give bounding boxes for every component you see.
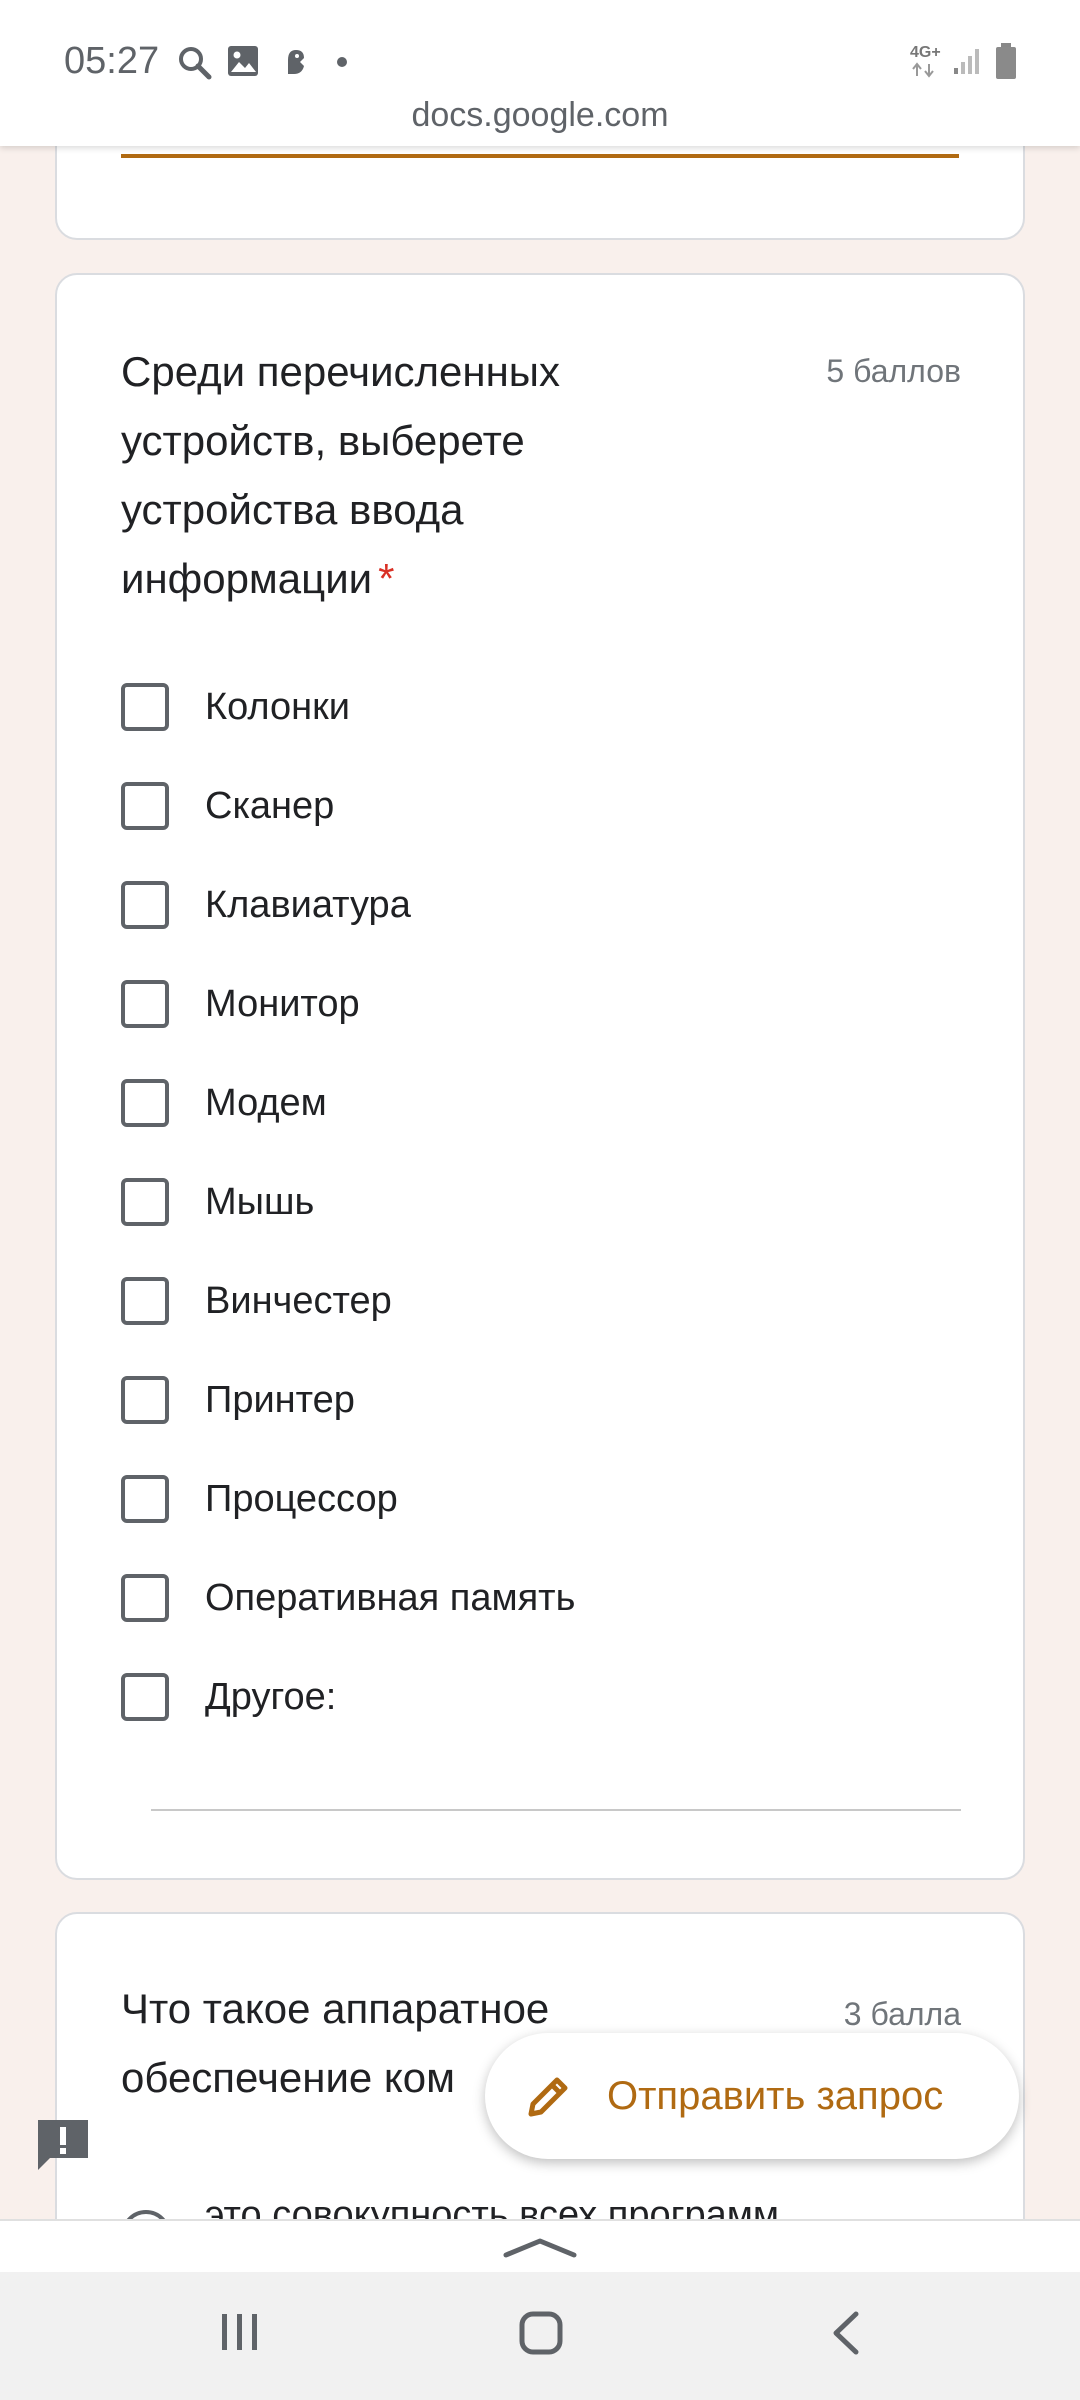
feedback-icon[interactable] bbox=[36, 2118, 90, 2172]
recent-apps-icon[interactable] bbox=[218, 2310, 262, 2359]
checkbox[interactable] bbox=[121, 1079, 169, 1127]
option-label: Оперативная память bbox=[205, 1576, 576, 1619]
signal-icon bbox=[952, 46, 982, 76]
question-title: Среди перечисленных устройств, выберете … bbox=[121, 337, 681, 613]
question-points: 5 баллов bbox=[826, 353, 961, 389]
bottom-toolbar-handle[interactable] bbox=[0, 2219, 1080, 2274]
back-icon[interactable] bbox=[826, 2310, 866, 2361]
checkbox[interactable] bbox=[121, 683, 169, 731]
option-klaviatura[interactable]: Клавиатура bbox=[121, 875, 411, 935]
other-text-input[interactable] bbox=[151, 1809, 961, 1811]
option-protsessor[interactable]: Процессор bbox=[121, 1469, 398, 1529]
search-icon bbox=[176, 44, 212, 80]
option-monitor[interactable]: Монитор bbox=[121, 974, 360, 1034]
required-asterisk: * bbox=[378, 555, 395, 602]
question-card-input-devices: Среди перечисленных устройств, выберете … bbox=[55, 273, 1025, 1880]
checkbox[interactable] bbox=[121, 1376, 169, 1424]
option-mysh[interactable]: Мышь bbox=[121, 1172, 314, 1232]
url-bar[interactable]: docs.google.com bbox=[0, 96, 1080, 135]
data-arrows-icon bbox=[912, 62, 936, 78]
checkbox[interactable] bbox=[121, 1178, 169, 1226]
status-and-url-bar: 05:27 4G+ docs.google.com bbox=[0, 0, 1080, 146]
option-label: Сканер bbox=[205, 784, 335, 827]
image-icon bbox=[226, 44, 260, 78]
option-label: Процессор bbox=[205, 1477, 398, 1520]
checkbox[interactable] bbox=[121, 881, 169, 929]
option-operativnaya-pamyat[interactable]: Оперативная память bbox=[121, 1568, 575, 1628]
question-title-text: Среди перечисленных устройств, выберете … bbox=[121, 348, 560, 602]
option-kolonki[interactable]: Колонки bbox=[121, 677, 350, 737]
pencil-icon bbox=[528, 2077, 568, 2117]
option-label: Колонки bbox=[205, 685, 351, 728]
option-modem[interactable]: Модем bbox=[121, 1073, 327, 1133]
request-edit-access-button[interactable]: Отправить запрос bbox=[485, 2033, 1019, 2159]
checkbox[interactable] bbox=[121, 1277, 169, 1325]
checkbox[interactable] bbox=[121, 1673, 169, 1721]
status-time: 05:27 bbox=[64, 40, 160, 82]
fab-label: Отправить запрос bbox=[607, 2073, 944, 2118]
option-label: Клавиатура bbox=[205, 883, 411, 926]
option-printer[interactable]: Принтер bbox=[121, 1370, 355, 1430]
checkbox[interactable] bbox=[121, 1574, 169, 1622]
app-icon bbox=[278, 44, 312, 78]
option-vinchester[interactable]: Винчестер bbox=[121, 1271, 392, 1331]
option-label: Модем bbox=[205, 1081, 327, 1124]
dot-icon bbox=[336, 56, 348, 68]
option-label: Принтер bbox=[205, 1378, 355, 1421]
checkbox[interactable] bbox=[121, 1475, 169, 1523]
system-navigation-bar bbox=[0, 2272, 1080, 2400]
answer-input-underline[interactable] bbox=[121, 154, 959, 158]
chevron-up-icon[interactable] bbox=[500, 2235, 580, 2259]
option-label: Монитор bbox=[205, 982, 360, 1025]
home-icon[interactable] bbox=[518, 2310, 564, 2361]
option-other[interactable]: Другое: bbox=[121, 1667, 336, 1727]
option-label: Мышь bbox=[205, 1180, 315, 1223]
battery-icon bbox=[994, 42, 1018, 80]
option-skaner[interactable]: Сканер bbox=[121, 776, 334, 836]
checkbox[interactable] bbox=[121, 980, 169, 1028]
option-label: Винчестер bbox=[205, 1279, 392, 1322]
checkbox[interactable] bbox=[121, 782, 169, 830]
option-label: Другое: bbox=[205, 1675, 337, 1718]
question-points: 3 балла bbox=[843, 1996, 961, 2032]
network-type: 4G+ bbox=[910, 44, 941, 61]
